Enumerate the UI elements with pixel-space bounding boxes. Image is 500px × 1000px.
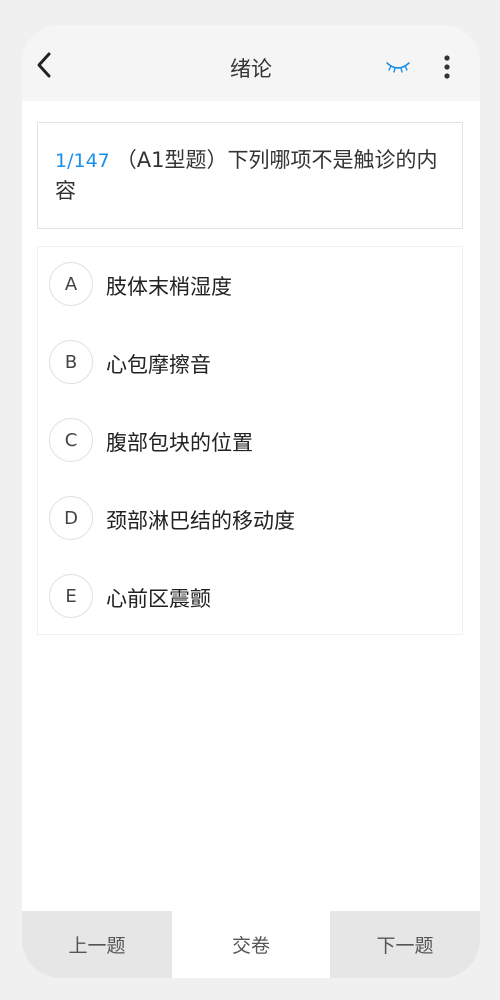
option-letter: A bbox=[49, 262, 93, 306]
option-letter: D bbox=[49, 496, 93, 540]
question-card: 1/147 （A1型题）下列哪项不是触诊的内容 bbox=[37, 122, 463, 229]
option-letter: B bbox=[49, 340, 93, 384]
submit-exam-button[interactable]: 交卷 bbox=[172, 911, 330, 978]
question-index: 1/147 bbox=[55, 150, 110, 172]
option-text: 肢体末梢湿度 bbox=[106, 275, 232, 299]
more-button[interactable] bbox=[437, 53, 457, 81]
question-stem: 1/147 （A1型题）下列哪项不是触诊的内容 bbox=[55, 145, 446, 206]
option-text: 颈部淋巴结的移动度 bbox=[106, 509, 295, 533]
option-text: 心包摩擦音 bbox=[106, 353, 211, 377]
option-letter: E bbox=[49, 574, 93, 618]
phone-screen: 绪论 1/147 （A1型题）下列哪项不是触诊的内容 A 肢体末梢湿度 B 心包… bbox=[22, 25, 480, 978]
option-c[interactable]: C 腹部包块的位置 bbox=[49, 416, 449, 468]
next-question-button[interactable]: 下一题 bbox=[330, 911, 480, 978]
bottom-bar: 上一题 交卷 下一题 bbox=[22, 911, 480, 978]
option-d[interactable]: D 颈部淋巴结的移动度 bbox=[49, 494, 449, 546]
eye-closed-icon bbox=[384, 62, 412, 81]
top-bar: 绪论 bbox=[22, 25, 480, 101]
prev-question-button[interactable]: 上一题 bbox=[22, 911, 172, 978]
option-b[interactable]: B 心包摩擦音 bbox=[49, 338, 449, 390]
question-text: （A1型题）下列哪项不是触诊的内容 bbox=[55, 148, 438, 203]
option-e[interactable]: E 心前区震颤 bbox=[49, 572, 449, 624]
option-text: 腹部包块的位置 bbox=[106, 431, 253, 455]
option-letter: C bbox=[49, 418, 93, 462]
option-text: 心前区震颤 bbox=[106, 587, 211, 611]
option-a[interactable]: A 肢体末梢湿度 bbox=[49, 260, 449, 312]
options-list: A 肢体末梢湿度 B 心包摩擦音 C 腹部包块的位置 D 颈部淋巴结的移动度 E… bbox=[37, 246, 463, 635]
more-vertical-icon bbox=[437, 55, 457, 85]
eye-toggle-button[interactable] bbox=[384, 57, 412, 77]
